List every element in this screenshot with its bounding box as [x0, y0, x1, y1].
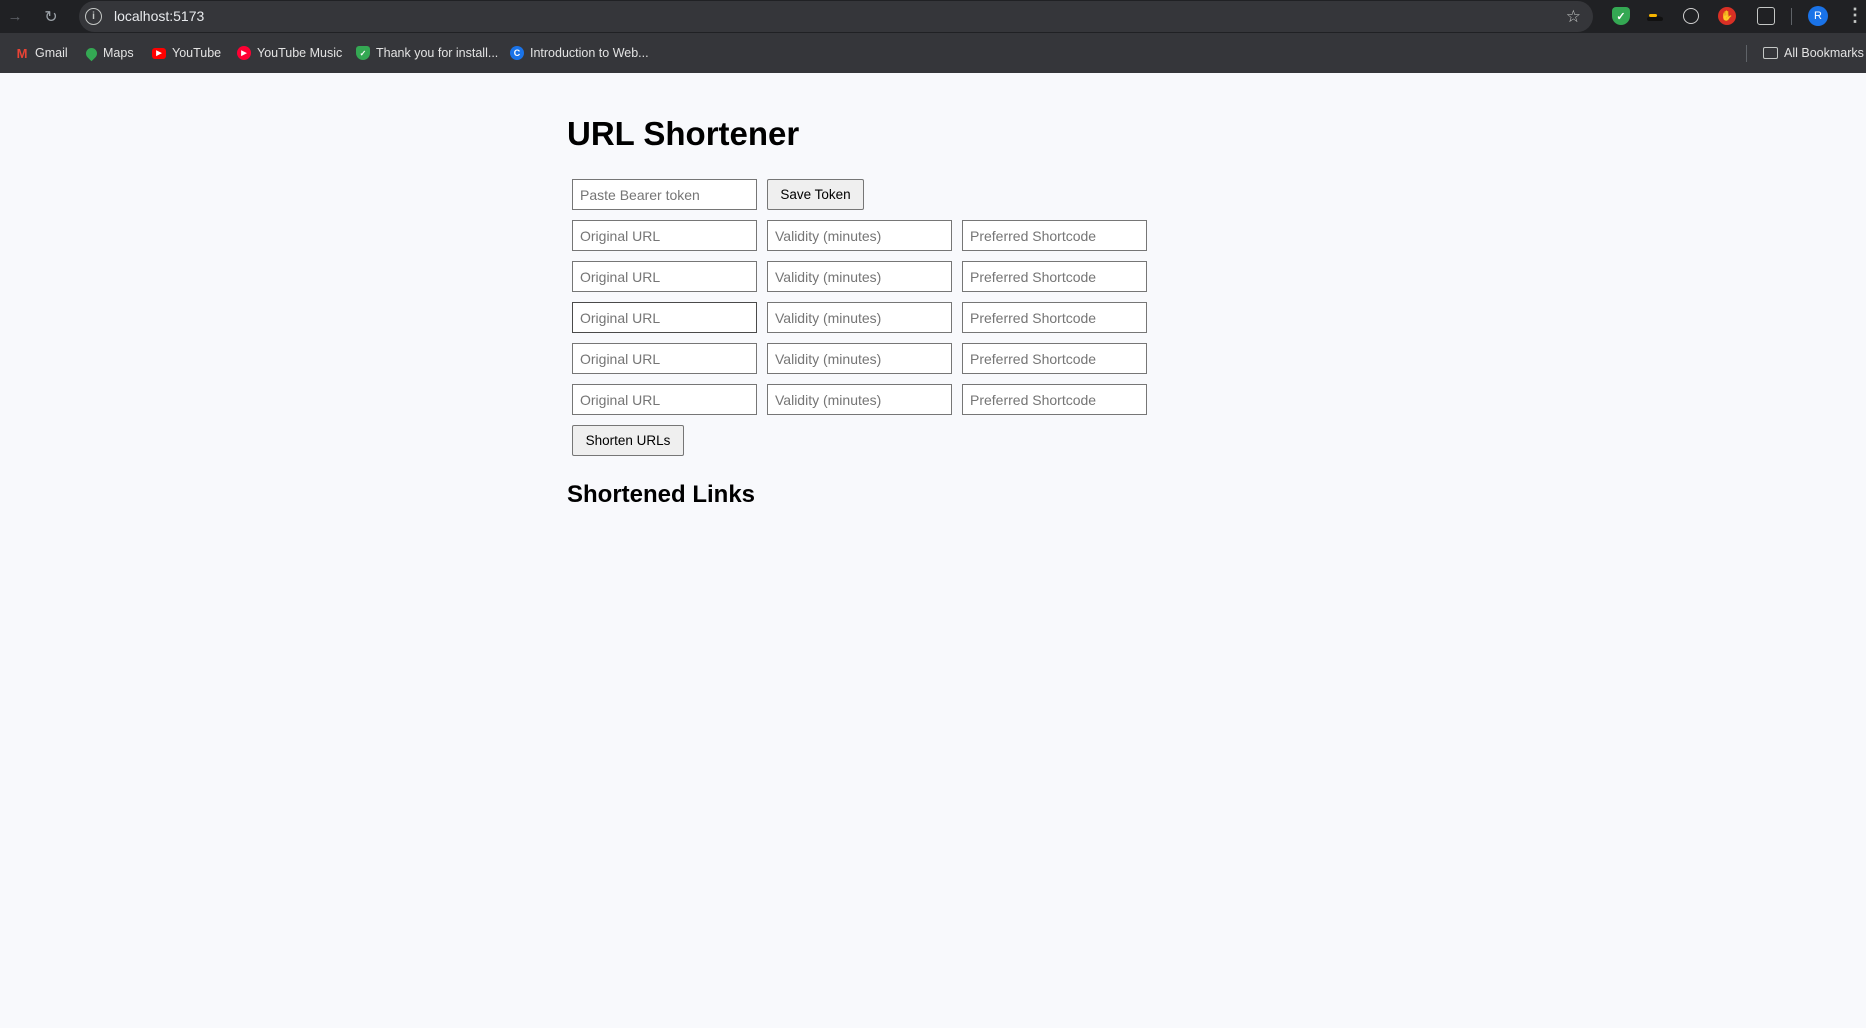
- shortcode-input[interactable]: [962, 302, 1147, 333]
- toolbar-divider: [1791, 8, 1792, 25]
- all-bookmarks-button[interactable]: All Bookmarks: [1763, 33, 1864, 73]
- forward-arrow-icon[interactable]: →: [6, 0, 24, 33]
- gmail-icon: M: [16, 45, 28, 61]
- shortcode-input[interactable]: [962, 261, 1147, 292]
- bookmark-label: Maps: [103, 46, 134, 60]
- original-url-input[interactable]: [572, 302, 757, 333]
- bookmark-thank-you[interactable]: ✓ Thank you for install...: [356, 33, 498, 73]
- shorten-urls-button[interactable]: Shorten URLs: [572, 425, 684, 456]
- page-content: URL Shortener Save Token Shorten URLs Sh…: [0, 73, 1866, 1028]
- stop-hand-extension-icon[interactable]: ✋: [1718, 7, 1736, 25]
- maps-icon: [83, 45, 100, 61]
- validity-input[interactable]: [767, 302, 952, 333]
- globe-extension-icon[interactable]: [1683, 8, 1699, 24]
- shortcode-input[interactable]: [962, 220, 1147, 251]
- token-input[interactable]: [572, 179, 757, 210]
- bookmark-label: YouTube: [172, 46, 222, 60]
- original-url-input[interactable]: [572, 220, 757, 251]
- extensions-puzzle-icon[interactable]: [1757, 7, 1775, 25]
- validity-input[interactable]: [767, 261, 952, 292]
- site-info-icon[interactable]: i: [85, 8, 102, 25]
- all-bookmarks-label: All Bookmarks: [1784, 46, 1864, 60]
- bookmark-maps[interactable]: Maps: [83, 33, 134, 73]
- save-token-button[interactable]: Save Token: [767, 179, 864, 210]
- bookmark-intro-web[interactable]: C Introduction to Web...: [510, 33, 649, 73]
- validity-input[interactable]: [767, 384, 952, 415]
- shield-extension-icon[interactable]: ✓: [1612, 7, 1630, 25]
- hat-extension-icon[interactable]: [1646, 7, 1664, 25]
- page-title: URL Shortener: [567, 115, 800, 152]
- bookmark-label: Thank you for install...: [376, 46, 499, 60]
- browser-menu-icon[interactable]: ⋮: [1846, 0, 1864, 33]
- bookmark-youtube[interactable]: ▶ YouTube: [152, 33, 221, 73]
- profile-avatar[interactable]: R: [1808, 6, 1828, 26]
- bookmark-label: YouTube Music: [257, 46, 343, 60]
- bookmark-youtube-music[interactable]: ▶ YouTube Music: [237, 33, 342, 73]
- reload-icon[interactable]: ↻: [41, 0, 61, 33]
- original-url-input[interactable]: [572, 384, 757, 415]
- youtube-music-icon: ▶: [237, 46, 251, 60]
- bookmarks-bar: M Gmail Maps ▶ YouTube ▶ YouTube Music ✓…: [0, 33, 1866, 73]
- bookmark-label: Gmail: [35, 46, 68, 60]
- original-url-input[interactable]: [572, 343, 757, 374]
- shortcode-input[interactable]: [962, 384, 1147, 415]
- folder-icon: [1763, 47, 1778, 59]
- c-logo-icon: C: [510, 46, 524, 60]
- shortened-links-heading: Shortened Links: [567, 481, 756, 508]
- address-bar[interactable]: i localhost:5173 ☆: [79, 1, 1593, 32]
- browser-toolbar: → ↻ i localhost:5173 ☆ ✓ ✋ R ⋮: [0, 0, 1866, 33]
- url-text[interactable]: localhost:5173: [114, 1, 204, 32]
- youtube-icon: ▶: [152, 47, 166, 59]
- validity-input[interactable]: [767, 343, 952, 374]
- bookmark-star-icon[interactable]: ☆: [1566, 1, 1581, 32]
- bookmark-gmail[interactable]: M Gmail: [15, 33, 68, 73]
- bookmark-label: Introduction to Web...: [530, 46, 649, 60]
- validity-input[interactable]: [767, 220, 952, 251]
- bookmarks-divider: [1746, 45, 1747, 62]
- shield-icon: ✓: [356, 46, 370, 60]
- original-url-input[interactable]: [572, 261, 757, 292]
- shortcode-input[interactable]: [962, 343, 1147, 374]
